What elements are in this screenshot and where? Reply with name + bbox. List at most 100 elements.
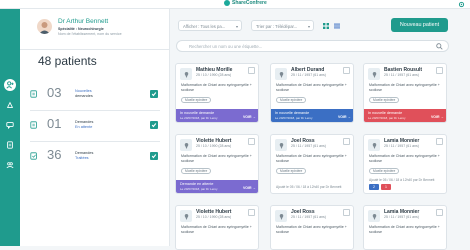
card-checkbox[interactable]	[248, 209, 255, 216]
stat-pending-requests[interactable]: 01 Demandes En attente	[30, 115, 158, 137]
message-count-badge[interactable]: 2	[369, 184, 379, 190]
card-checkbox[interactable]	[248, 138, 255, 145]
nav-messages-button[interactable]	[4, 119, 16, 131]
icon-sidebar	[0, 9, 20, 246]
patient-tag[interactable]: Moelle epinière	[276, 97, 307, 103]
nav-transfer-button[interactable]	[4, 99, 16, 111]
patient-dob: 25 / 11 / 1957 (61 ans)	[291, 73, 326, 77]
patient-card[interactable]: Lamia Monnier 25 / 11 / 1957 (61 ans) Ma…	[363, 205, 447, 250]
request-banner[interactable]: Demande en attente Le 20/07/2018, par Dr…	[176, 180, 258, 193]
view-link[interactable]: VOIR →	[431, 115, 444, 119]
pin-icon	[279, 213, 283, 220]
patient-dob: 25 / 10 / 1990 (28 ans)	[196, 73, 232, 77]
patient-card[interactable]: Mathieu Morille 25 / 10 / 1990 (28 ans) …	[175, 63, 259, 123]
card-checkbox[interactable]	[436, 209, 443, 216]
patient-avatar	[180, 210, 192, 222]
patient-dob: 25 / 11 / 1957 (61 ans)	[291, 144, 326, 148]
list-view-icon[interactable]	[334, 23, 340, 29]
patient-diagnosis: Malformation de Chiari avec syringomyéli…	[276, 225, 347, 234]
patient-diagnosis: Malformation de Chiari avec syringomyéli…	[181, 225, 252, 234]
doctor-name: Dr Arthur Bennett	[58, 18, 109, 25]
stat-processed-requests[interactable]: 36 Demandes Traitées	[30, 146, 158, 168]
chat-icon	[6, 122, 14, 129]
check-icon	[151, 123, 157, 128]
group-icon	[6, 162, 14, 169]
patient-avatar	[180, 68, 192, 80]
card-checkbox[interactable]	[436, 138, 443, 145]
app-logo: ShareConfrere	[224, 0, 267, 6]
sort-select[interactable]: Trier par : Télédépar... ▾	[251, 20, 314, 31]
doctor-avatar[interactable]	[37, 19, 52, 34]
patient-tag[interactable]: Moelle epinière	[181, 168, 212, 174]
card-checkbox[interactable]	[248, 67, 255, 74]
search-icon	[436, 43, 443, 50]
patient-diagnosis: Malformation de Chiari avec syringomyéli…	[181, 83, 252, 92]
card-checkbox[interactable]	[343, 138, 350, 145]
pin-icon	[372, 142, 376, 149]
divider	[30, 141, 160, 142]
pin-icon	[184, 142, 188, 149]
document-icon	[7, 141, 13, 149]
pin-icon	[372, 71, 376, 78]
stat-checkbox[interactable]	[150, 121, 158, 129]
alert-count-badge[interactable]: 1	[381, 184, 391, 190]
stat-label: Demandes Traitées	[75, 151, 94, 160]
stat-checkbox[interactable]	[150, 152, 158, 160]
top-bar: ShareConfrere	[0, 0, 470, 9]
nav-team-button[interactable]	[4, 159, 16, 171]
patient-tag[interactable]: Moelle epinière	[181, 97, 212, 103]
request-banner[interactable]: In nouvelle demande Le 20/07/2018, par D…	[271, 109, 353, 122]
nav-patients-button[interactable]	[4, 79, 16, 91]
request-banner[interactable]: In nouvelle demande Le 20/07/2018, par D…	[364, 109, 446, 122]
search-input[interactable]: Rechercher un nom ou une étiquette...	[176, 40, 449, 52]
nav-documents-button[interactable]	[4, 139, 16, 151]
patient-dob: 25 / 11 / 1957 (61 ans)	[384, 144, 419, 148]
patient-card[interactable]: Lamia Monnier 25 / 11 / 1957 (61 ans) Ma…	[363, 134, 447, 194]
stat-checkbox[interactable]	[150, 90, 158, 98]
added-info: Ajouté le 05 / 06 / 18 à 12h40 par Dr Be…	[369, 178, 435, 182]
display-filter-select[interactable]: Afficher : Tous les pa... ▾	[178, 20, 242, 31]
user-plus-icon	[6, 81, 14, 89]
grid-view-icon[interactable]	[323, 23, 329, 29]
patient-diagnosis: Malformation de Chiari avec syringomyéli…	[276, 83, 347, 92]
patient-dob: 25 / 11 / 1957 (61 ans)	[384, 215, 419, 219]
patient-dob: 25 / 10 / 1990 (28 ans)	[196, 144, 232, 148]
patient-diagnosis: Malformation de Chiari avec syringomyéli…	[369, 154, 440, 163]
patient-tag[interactable]: Moelle epinière	[276, 168, 307, 174]
patient-card[interactable]: Bastien Rousult 25 / 11 / 1957 (61 ans) …	[363, 63, 447, 123]
stat-number: 03	[47, 85, 62, 100]
patient-avatar	[368, 210, 380, 222]
view-link[interactable]: VOIR →	[243, 115, 256, 119]
patient-card[interactable]: Joel Ross 25 / 11 / 1957 (61 ans) Malfor…	[270, 205, 354, 250]
request-banner[interactable]: In nouvelle demande Le 20/07/2018, par D…	[176, 109, 258, 122]
patient-avatar	[275, 210, 287, 222]
app-name: ShareConfrere	[232, 0, 267, 6]
added-info: Ajouté le 05 / 06 / 18 à 12h40 par Dr Be…	[276, 185, 342, 189]
patient-card[interactable]: Violette Hubert 25 / 10 / 1990 (28 ans) …	[175, 205, 259, 250]
patient-diagnosis: Malformation de Chiari avec syringomyéli…	[276, 154, 347, 163]
stat-new-requests[interactable]: 03 Nouvelles demandes	[30, 84, 158, 106]
pin-icon	[184, 213, 188, 220]
divider	[30, 110, 160, 111]
check-icon	[151, 154, 157, 159]
patient-tag[interactable]: Moelle epinière	[369, 97, 400, 103]
patient-card[interactable]: Albert Durand 25 / 11 / 1957 (61 ans) Ma…	[270, 63, 354, 123]
card-checkbox[interactable]	[343, 67, 350, 74]
patient-dob: 25 / 11 / 1957 (61 ans)	[384, 73, 419, 77]
gear-icon[interactable]	[458, 1, 465, 8]
card-checkbox[interactable]	[436, 67, 443, 74]
stat-label: Demandes En attente	[75, 120, 94, 129]
patient-diagnosis: Malformation de Chiari avec syringomyéli…	[369, 225, 440, 234]
pin-icon	[372, 213, 376, 220]
pin-icon	[184, 71, 188, 78]
patient-avatar	[275, 139, 287, 151]
patient-dob: 25 / 11 / 1957 (61 ans)	[291, 215, 326, 219]
pending-document-icon	[30, 121, 37, 129]
card-checkbox[interactable]	[343, 209, 350, 216]
patient-tag[interactable]: Moelle epinière	[369, 168, 400, 174]
new-patient-button[interactable]: Nouveau patient	[391, 18, 448, 32]
view-link[interactable]: VOIR →	[338, 115, 351, 119]
patient-card[interactable]: Violette Hubert 25 / 10 / 1990 (28 ans) …	[175, 134, 259, 194]
view-link[interactable]: VOIR →	[243, 186, 256, 190]
patient-card[interactable]: Joel Ross 25 / 11 / 1957 (61 ans) Malfor…	[270, 134, 354, 194]
